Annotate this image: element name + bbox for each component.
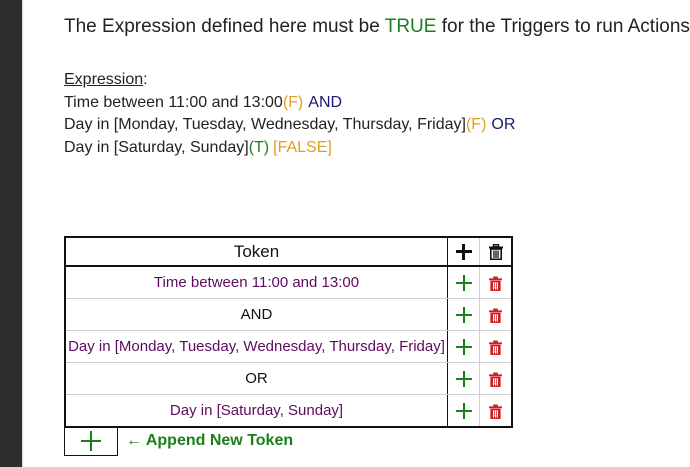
page: The Expression defined here must be TRUE…: [0, 0, 690, 467]
delete-token-button[interactable]: [479, 265, 513, 299]
plus-icon: [455, 403, 472, 420]
expression-operator: OR: [491, 116, 516, 133]
heading-prefix: The Expression defined here must be: [64, 16, 385, 37]
expression-line: Day in [Monday, Tuesday, Wednesday, Thur…: [64, 114, 515, 137]
plus-icon: [455, 371, 472, 388]
append-token-label[interactable]: ← Append New Token: [126, 432, 293, 450]
insert-token-header-button[interactable]: [447, 236, 480, 267]
expression-colon: :: [143, 71, 148, 88]
page-heading: The Expression defined here must be TRUE…: [64, 16, 690, 38]
trash-icon: [489, 404, 502, 419]
insert-token-button[interactable]: [447, 265, 480, 299]
token-column-header: Token: [64, 236, 448, 267]
expression-line: Day in [Saturday, Sunday](T) [FALSE]: [64, 137, 515, 160]
expression-label: Expression: [64, 71, 144, 88]
token-cell[interactable]: AND: [64, 298, 448, 331]
delete-token-button[interactable]: [479, 298, 513, 331]
expression-line: Time between 11:00 and 13:00(F) AND: [64, 92, 515, 115]
trash-icon: [488, 243, 503, 261]
token-table-header: Token: [64, 236, 513, 267]
delete-token-button[interactable]: [479, 330, 513, 363]
table-row: OR: [64, 362, 513, 395]
heading-suffix: for the Triggers to run Actions: [436, 16, 690, 37]
expression-term: Day in [Saturday, Sunday]: [64, 138, 249, 156]
heading-true-word: TRUE: [384, 16, 437, 37]
expression-label-row: Expression:: [64, 69, 515, 92]
token-cell[interactable]: OR: [64, 362, 448, 395]
plus-icon: [455, 307, 472, 324]
trash-icon: [489, 372, 502, 387]
token-cell[interactable]: Day in [Saturday, Sunday]: [64, 394, 448, 428]
table-row: Time between 11:00 and 13:00: [64, 265, 513, 299]
sidebar-edge: [0, 0, 22, 467]
trash-icon: [489, 340, 502, 355]
table-row: Day in [Monday, Tuesday, Wednesday, Thur…: [64, 330, 513, 363]
insert-token-button[interactable]: [447, 298, 480, 331]
expression-summary: Expression: Time between 11:00 and 13:00…: [64, 69, 515, 159]
divider: [22, 0, 23, 467]
plus-icon: [455, 275, 472, 292]
plus-icon: [81, 431, 101, 451]
expression-state-false: (F): [282, 93, 304, 111]
insert-token-button[interactable]: [447, 362, 480, 395]
insert-token-button[interactable]: [447, 394, 480, 428]
expression-term: Time between 11:00 and 13:00: [64, 93, 283, 111]
append-token-button[interactable]: [64, 427, 118, 456]
table-row: Day in [Saturday, Sunday]: [64, 394, 513, 428]
delete-token-button[interactable]: [479, 394, 513, 428]
table-row: AND: [64, 298, 513, 331]
token-cell[interactable]: Time between 11:00 and 13:00: [64, 265, 448, 299]
trash-icon: [489, 308, 502, 323]
token-cell[interactable]: Day in [Monday, Tuesday, Wednesday, Thur…: [64, 330, 448, 363]
expression-result: [FALSE]: [273, 138, 332, 156]
insert-token-button[interactable]: [447, 330, 480, 363]
delete-token-button[interactable]: [479, 362, 513, 395]
token-table: Token Time between 11:00 and 13:00 AND D…: [64, 236, 513, 428]
expression-state-false: (F): [465, 116, 487, 133]
plus-icon: [455, 339, 472, 356]
plus-icon: [455, 244, 472, 261]
expression-term: Day in [Monday, Tuesday, Wednesday, Thur…: [64, 116, 466, 133]
expression-state-true: (T): [248, 138, 270, 156]
trash-icon: [489, 276, 502, 291]
delete-all-tokens-button[interactable]: [479, 236, 513, 267]
expression-operator: AND: [308, 93, 343, 111]
